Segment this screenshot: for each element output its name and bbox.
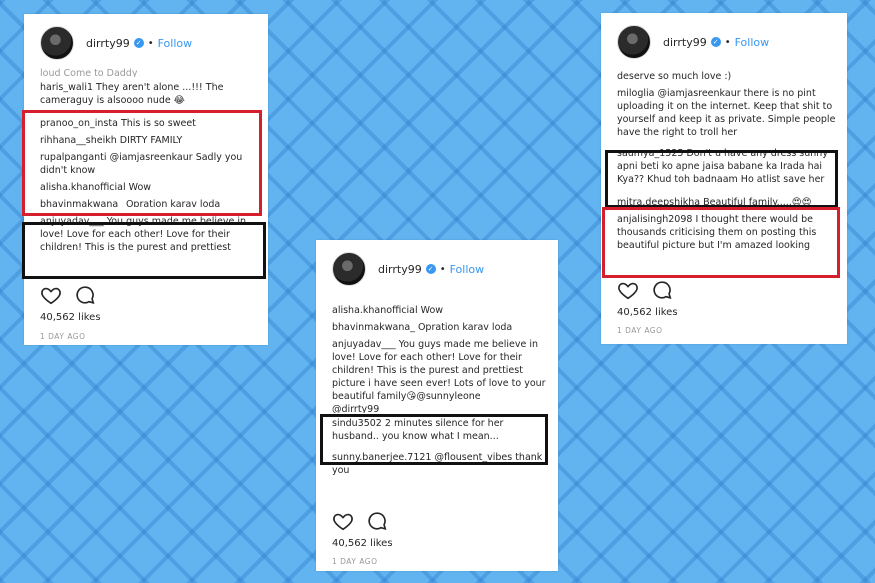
comment: loud Come to Daddy — [40, 67, 258, 77]
comment: alisha.khanofficial Wow — [332, 304, 548, 317]
timestamp: 1 DAY AGO — [617, 326, 663, 335]
verified-badge-icon: ✓ — [425, 264, 436, 274]
highlight-frame-red — [602, 207, 840, 278]
username[interactable]: dirrty99 — [663, 36, 707, 49]
comment-text: Wow — [420, 305, 444, 316]
heart-icon[interactable] — [617, 279, 639, 301]
comment: bhavinmakwana_ Opration karav loda — [332, 321, 548, 334]
comment-icon[interactable] — [366, 510, 388, 532]
comment-author[interactable]: alisha.khanofficial — [332, 305, 418, 316]
highlight-frame-red — [22, 110, 262, 216]
avatar[interactable] — [40, 26, 74, 60]
heart-icon[interactable] — [40, 284, 62, 306]
comment-author[interactable]: miloglia — [617, 88, 654, 99]
follow-button[interactable]: Follow — [158, 37, 193, 50]
verified-badge-icon: ✓ — [710, 37, 721, 47]
follow-button[interactable]: Follow — [450, 263, 485, 276]
comment-text: Opration karav loda — [417, 322, 513, 333]
username[interactable]: dirrty99 — [86, 37, 130, 50]
comment: @dirrty99 — [332, 403, 548, 413]
action-bar — [40, 284, 96, 306]
highlight-frame-black — [22, 222, 266, 279]
comment-text[interactable]: @dirrty99 — [332, 404, 379, 413]
timestamp: 1 DAY AGO — [40, 332, 86, 341]
highlight-frame-black — [605, 150, 838, 208]
heart-icon[interactable] — [332, 510, 354, 532]
post-card-2: dirrty99 ✓ • Follow alisha.khanofficial … — [316, 240, 558, 571]
separator-dot: • — [147, 37, 154, 49]
comment: miloglia @iamjasreenkaur there is no pin… — [617, 87, 837, 139]
action-bar — [332, 510, 388, 532]
comment-author[interactable]: haris_wali1 — [40, 82, 93, 93]
comment-icon[interactable] — [651, 279, 673, 301]
avatar[interactable] — [332, 252, 366, 286]
comment-author[interactable]: bhavinmakwana_ — [332, 322, 415, 333]
post-header: dirrty99 ✓ • Follow — [316, 240, 558, 298]
avatar[interactable] — [617, 25, 651, 59]
comment-text: loud Come to Daddy — [40, 68, 138, 77]
comment-text: deserve so much love :) — [617, 71, 732, 82]
post-header: dirrty99 ✓ • Follow — [601, 13, 847, 71]
like-count[interactable]: 40,562 likes — [617, 307, 678, 318]
like-count[interactable]: 40,562 likes — [332, 538, 393, 549]
comment: deserve so much love :) — [617, 70, 837, 83]
username[interactable]: dirrty99 — [378, 263, 422, 276]
follow-button[interactable]: Follow — [735, 36, 770, 49]
action-bar — [617, 279, 673, 301]
comment: anjuyadav___ You guys made me believe in… — [332, 338, 548, 403]
comment-icon[interactable] — [74, 284, 96, 306]
separator-dot: • — [724, 36, 731, 48]
comment: haris_wali1 They aren't alone ...!!! The… — [40, 81, 258, 107]
like-count[interactable]: 40,562 likes — [40, 312, 101, 323]
separator-dot: • — [439, 263, 446, 275]
comment-author[interactable]: anjuyadav___ — [332, 339, 396, 350]
post-header: dirrty99 ✓ • Follow — [24, 14, 268, 72]
verified-badge-icon: ✓ — [133, 38, 144, 48]
timestamp: 1 DAY AGO — [332, 557, 378, 566]
highlight-frame-black — [320, 414, 548, 465]
